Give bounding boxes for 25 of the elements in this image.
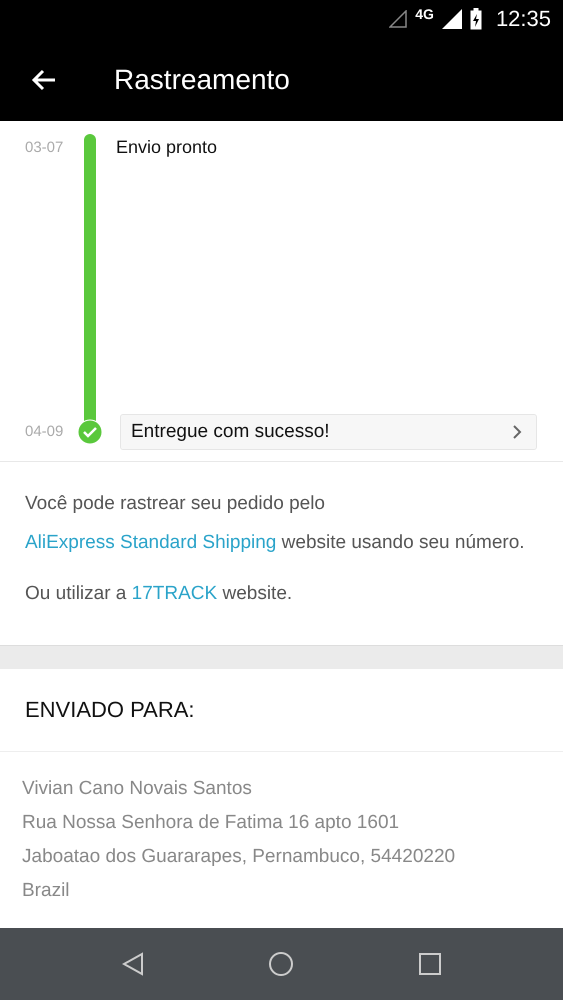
address-line: Vivian Cano Novais Santos <box>22 776 253 801</box>
address-line: Jaboatao dos Guararapes, Pernambuco, 54420220 <box>22 844 456 869</box>
page-title: Rastreamento <box>114 64 290 96</box>
event-label: Envio pronto <box>116 136 218 158</box>
signal-icon <box>442 9 462 30</box>
recents-nav-icon[interactable] <box>418 952 441 975</box>
back-arrow-icon <box>31 68 57 92</box>
info-text: Ou utilizar a 17TRACK website. <box>25 582 294 606</box>
chevron-right-icon <box>512 424 522 439</box>
address-line: Brazil <box>22 878 71 903</box>
check-icon <box>77 418 103 445</box>
section-heading: ENVIADO PARA: <box>25 696 195 723</box>
delivered-event[interactable]: Entregue com sucesso! <box>120 414 537 450</box>
event-date: 04-09 <box>24 423 64 440</box>
clock: 12:35 <box>496 6 551 32</box>
info-text: Você pode rastrear seu pedido pelo AliExpress Standard Shipping website usando seu número. <box>25 492 526 556</box>
event-date: 03-07 <box>24 138 64 156</box>
home-nav-icon[interactable] <box>268 950 294 977</box>
tracking-link[interactable]: 17TRACK <box>132 583 218 604</box>
battery-icon <box>470 8 482 30</box>
address-line: Rua Nossa Senhora de Fatima 16 apto 1601 <box>22 810 400 835</box>
network-type: 4G <box>415 6 434 22</box>
no-signal-icon <box>389 10 408 28</box>
back-nav-icon[interactable] <box>122 952 144 976</box>
tracking-link[interactable]: AliExpress Standard Shipping <box>25 532 276 554</box>
